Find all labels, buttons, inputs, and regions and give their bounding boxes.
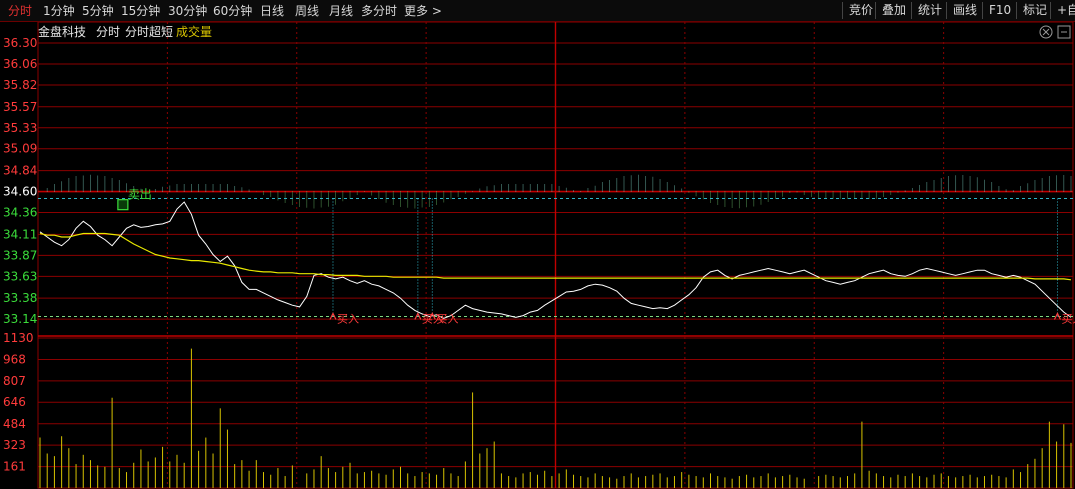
price-tick-label: 36.30 bbox=[3, 36, 37, 50]
f10-button[interactable]: F10 bbox=[982, 2, 1011, 19]
price-tick-label: 33.14 bbox=[3, 312, 37, 326]
price-tick-label: 35.33 bbox=[3, 121, 37, 135]
volume-label: 成交量 bbox=[176, 24, 212, 39]
overlay-button[interactable]: 叠加 bbox=[875, 2, 906, 19]
stock-name: 金盘科技 bbox=[38, 24, 86, 39]
price-tick-label: 36.06 bbox=[3, 57, 37, 71]
volume-tick-label: 968 bbox=[3, 353, 26, 367]
price-tick-label: 34.36 bbox=[3, 206, 37, 220]
draw-line-button[interactable]: 画线 bbox=[946, 2, 977, 19]
volume-tick-label: 323 bbox=[3, 438, 26, 452]
auction-button[interactable]: 竞价 bbox=[842, 2, 873, 19]
price-tick-label: 33.87 bbox=[3, 248, 37, 262]
sell-signal-marker bbox=[117, 199, 129, 211]
price-axis: 36.30 36.06 35.82 35.57 35.33 35.09 34.84 34.60… bbox=[3, 36, 37, 326]
price-tick-label: 34.84 bbox=[3, 164, 37, 178]
custom-button[interactable]: +自 bbox=[1050, 2, 1075, 19]
settings-icon[interactable] bbox=[1057, 25, 1071, 39]
buy-signal-label: 买入 bbox=[436, 313, 458, 326]
chart-mode: 分时 bbox=[96, 25, 120, 39]
indicator-name: 分时超短 bbox=[125, 24, 173, 39]
close-icon[interactable] bbox=[1039, 25, 1053, 39]
chart-grid bbox=[37, 22, 1074, 489]
period-toolbar: 分时 1分钟 5分钟 15分钟 30分钟 60分钟 日线 周线 月线 多分时 更… bbox=[0, 0, 1075, 22]
volume-tick-label: 161 bbox=[3, 460, 26, 474]
intraday-chart[interactable]: 36.30 36.06 35.82 35.57 35.33 35.09 34.84 34.60… bbox=[0, 22, 1075, 489]
price-tick-label: 34.60 bbox=[3, 185, 37, 199]
tab-30min[interactable]: 30分钟 bbox=[168, 3, 207, 19]
tab-multi-intraday[interactable]: 多分时 bbox=[361, 3, 397, 19]
mark-button[interactable]: 标记 bbox=[1016, 2, 1047, 19]
volume-tick-label: 1130 bbox=[3, 331, 34, 345]
price-tick-label: 34.11 bbox=[3, 227, 37, 241]
buy-signal-label: 买入 bbox=[337, 313, 359, 326]
price-tick-label: 33.38 bbox=[3, 291, 37, 305]
volume-tick-label: 646 bbox=[3, 395, 26, 409]
price-tick-label: 33.63 bbox=[3, 269, 37, 283]
tab-5min[interactable]: 5分钟 bbox=[82, 3, 114, 19]
price-tick-label: 35.57 bbox=[3, 100, 37, 114]
price-tick-label: 35.09 bbox=[3, 142, 37, 156]
tab-daily[interactable]: 日线 bbox=[260, 3, 284, 19]
trade-signals: 卖出买入买入买入买入 bbox=[117, 188, 1075, 326]
tab-60min[interactable]: 60分钟 bbox=[213, 3, 252, 19]
price-tick-label: 35.82 bbox=[3, 78, 37, 92]
tab-intraday[interactable]: 分时 bbox=[8, 3, 32, 19]
statistics-button[interactable]: 统计 bbox=[911, 2, 942, 19]
tab-15min[interactable]: 15分钟 bbox=[121, 3, 160, 19]
volume-tick-label: 807 bbox=[3, 374, 26, 388]
tab-weekly[interactable]: 周线 bbox=[295, 3, 319, 19]
sell-signal-label: 卖出 bbox=[128, 188, 152, 202]
tab-monthly[interactable]: 月线 bbox=[329, 3, 353, 19]
volume-axis: 1130 968 807 646 484 323 161 bbox=[3, 331, 34, 474]
tab-more[interactable]: 更多 > bbox=[404, 3, 442, 19]
tab-1min[interactable]: 1分钟 bbox=[43, 3, 75, 19]
buy-signal-label: 买入 bbox=[1061, 313, 1075, 326]
volume-tick-label: 484 bbox=[3, 417, 26, 431]
